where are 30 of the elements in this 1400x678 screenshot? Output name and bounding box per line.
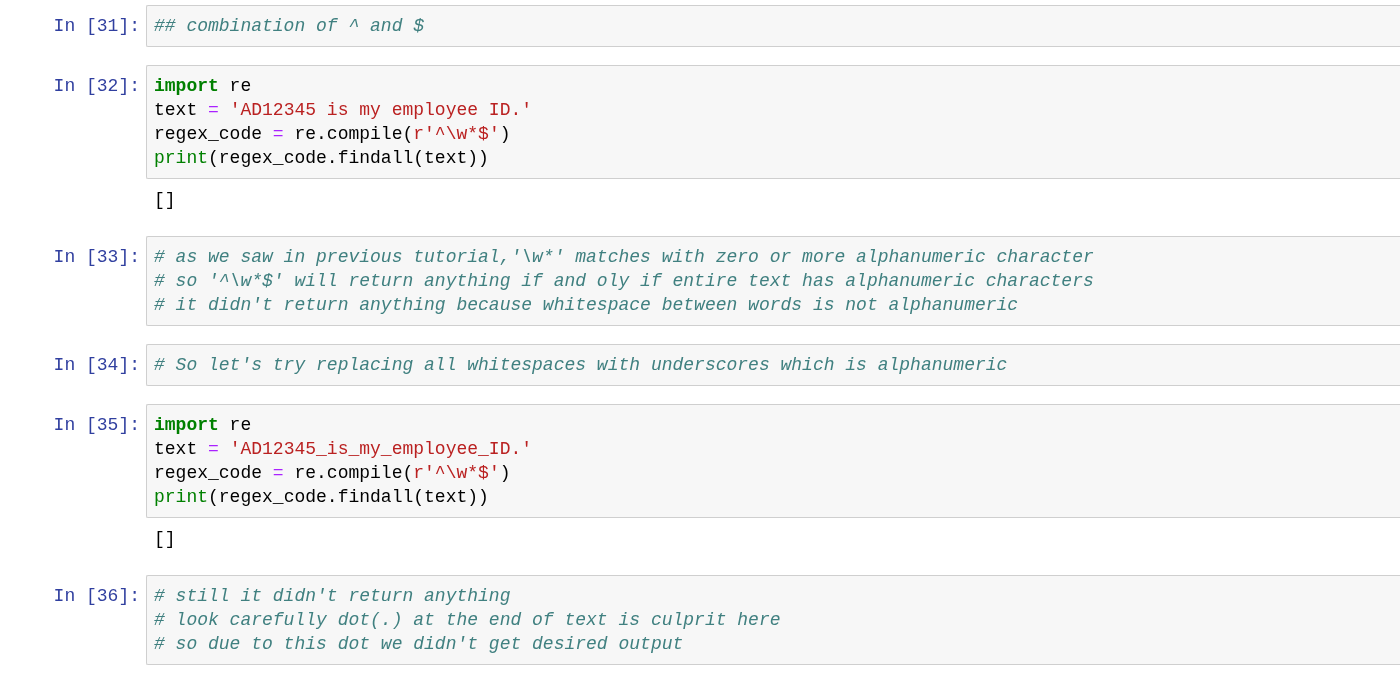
code-line: regex_code = re.compile(r'^\w*$') [154, 123, 511, 146]
cell-output: [] [153, 189, 177, 212]
code-line: import re [154, 414, 252, 437]
input-prompt: In [31]: [53, 15, 140, 38]
code-line: text = 'AD12345_is_my_employee_ID.' [154, 438, 533, 461]
comment-line: # it didn't return anything because whitespace between words is not alphanumeric [154, 294, 1019, 317]
code-line: print(regex_code.findall(text)) [154, 486, 489, 509]
comment-line: # so '^\w*$' will return anything if and oly if entire text has alphanumeric characters [154, 270, 1094, 293]
code-line: print(regex_code.findall(text)) [154, 147, 489, 170]
code-cell[interactable]: # So let's try replacing all whitespaces with underscores which is alphanumeric [146, 344, 1400, 386]
comment-line: # look carefully dot(.) at the end of text is culprit here [154, 609, 781, 632]
input-prompt: In [35]: [53, 414, 140, 437]
comment-line: # so due to this dot we didn't get desired output [154, 633, 684, 656]
input-prompt: In [36]: [53, 585, 140, 608]
code-line: regex_code = re.compile(r'^\w*$') [154, 462, 511, 485]
comment-line: # So let's try replacing all whitespaces with underscores which is alphanumeric [154, 354, 1008, 377]
input-prompt: In [34]: [53, 354, 140, 377]
input-prompt: In [33]: [53, 246, 140, 269]
cell-output: [] [153, 528, 177, 551]
code-cell[interactable]: # still it didn't return anything # look carefully dot(.) at the end of text is culprit here # so due to this dot we didn't get desired output [146, 575, 1400, 665]
code-cell[interactable]: ## combination of ^ and $ [146, 5, 1400, 47]
comment-line: # still it didn't return anything [154, 585, 511, 608]
code-cell[interactable]: import re text = 'AD12345 is my employee ID.' regex_code = re.compile(r'^\w*$') print(regex_code.findall(text)) [146, 65, 1400, 179]
code-cell[interactable] [146, 236, 1400, 326]
code-cell[interactable]: import re text = 'AD12345_is_my_employee_ID.' regex_code = re.compile(r'^\w*$') print(regex_code.findall(text)) [146, 404, 1400, 518]
input-prompt: In [32]: [53, 75, 140, 98]
comment-line: ## combination of ^ and $ [154, 15, 425, 38]
comment-line: # as we saw in previous tutorial,'\w*' matches with zero or more alphanumeric character [154, 246, 1094, 269]
code-line: import re [154, 75, 252, 98]
code-line: text = 'AD12345 is my employee ID.' [154, 99, 533, 122]
